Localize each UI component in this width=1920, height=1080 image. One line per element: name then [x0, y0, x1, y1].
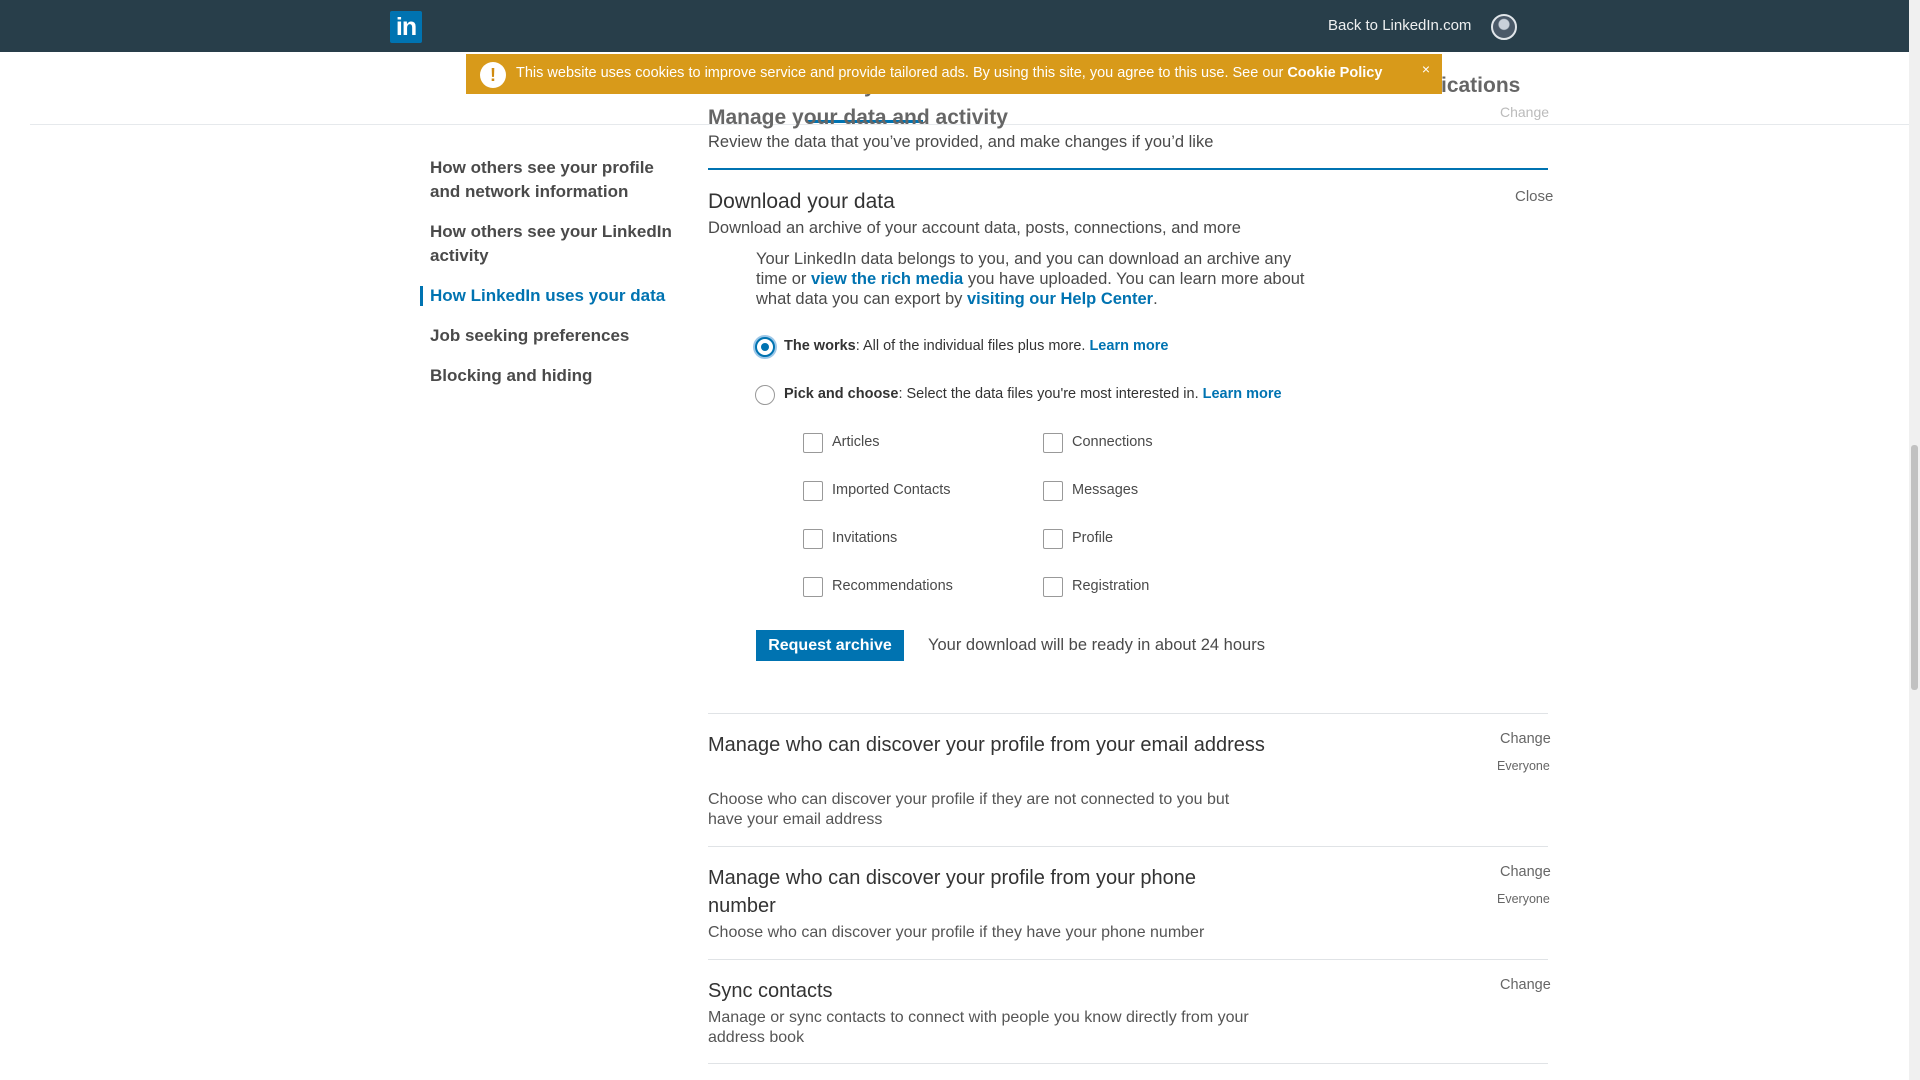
- download-description: Your LinkedIn data belongs to you, and y…: [756, 250, 1305, 308]
- scrollbar-thumb[interactable]: [1911, 445, 1918, 690]
- articles-label: Articles: [832, 434, 880, 450]
- imported-contacts-label: Imported Contacts: [832, 482, 951, 498]
- invitations-label: Invitations: [832, 530, 898, 546]
- profile-checkbox[interactable]: [1043, 529, 1063, 549]
- profile-label: Profile: [1072, 530, 1114, 546]
- messages-label: Messages: [1072, 482, 1139, 498]
- sidebar-item-data-usage[interactable]: How LinkedIn uses your data: [420, 284, 680, 308]
- pick-and-choose-option: Pick and choose: Select the data files y…: [784, 386, 1282, 402]
- top-nav-bar: in Back to LinkedIn.com: [0, 0, 1909, 52]
- sync-contacts-description: Manage or sync contacts to connect with …: [708, 1009, 1249, 1046]
- close-icon[interactable]: ×: [1422, 61, 1430, 77]
- section-subtitle: Review the data that you’ve provided, an…: [708, 133, 1214, 151]
- sync-contacts-title: Sync contacts: [708, 980, 833, 1002]
- invitations-checkbox[interactable]: [803, 529, 823, 549]
- rich-media-link[interactable]: view the rich media: [811, 270, 963, 288]
- recommendations-label: Recommendations: [832, 578, 953, 594]
- row-divider: [708, 959, 1548, 960]
- phone-discovery-title: Manage who can discover your profile fro…: [708, 867, 1197, 917]
- email-discovery-value: Everyone: [1497, 759, 1550, 773]
- pick-and-choose-learn-more-link[interactable]: Learn more: [1203, 386, 1282, 402]
- sidebar-item-linkedin-activity[interactable]: How others see your LinkedIn activity: [420, 220, 680, 268]
- row-divider: [708, 846, 1548, 847]
- download-ready-note: Your download will be ready in about 24 …: [928, 636, 1265, 654]
- email-discovery-change-link[interactable]: Change: [1500, 731, 1551, 747]
- email-discovery-title: Manage who can discover your profile fro…: [708, 734, 1265, 756]
- row-divider: [708, 1063, 1548, 1064]
- expanded-section-rule: [708, 168, 1548, 170]
- section-title: Manage your data and activity: [708, 106, 1008, 129]
- download-close-link[interactable]: Close: [1515, 188, 1553, 205]
- connections-label: Connections: [1072, 434, 1153, 450]
- help-center-link[interactable]: visiting our Help Center: [967, 290, 1153, 308]
- avatar[interactable]: [1491, 14, 1517, 40]
- phone-discovery-change-link[interactable]: Change: [1500, 864, 1551, 880]
- alert-icon: !: [480, 62, 506, 88]
- pick-and-choose-radio[interactable]: [755, 385, 775, 405]
- articles-checkbox[interactable]: [803, 433, 823, 453]
- sidebar-item-profile-network[interactable]: How others see your profile and network …: [420, 156, 680, 204]
- imported-contacts-checkbox[interactable]: [803, 481, 823, 501]
- recommendations-checkbox[interactable]: [803, 577, 823, 597]
- connections-checkbox[interactable]: [1043, 433, 1063, 453]
- section-change-link[interactable]: Change: [1500, 104, 1549, 120]
- phone-discovery-value: Everyone: [1497, 892, 1550, 906]
- the-works-option: The works: All of the individual files p…: [784, 338, 1169, 354]
- cookie-banner-text: This website uses cookies to improve ser…: [516, 65, 1383, 81]
- messages-checkbox[interactable]: [1043, 481, 1063, 501]
- sync-contacts-change-link[interactable]: Change: [1500, 977, 1551, 993]
- the-works-radio[interactable]: [755, 337, 775, 357]
- row-divider: [708, 713, 1548, 714]
- download-data-subtitle: Download an archive of your account data…: [708, 219, 1241, 237]
- privacy-sidebar: How others see your profile and network …: [420, 156, 680, 404]
- sidebar-item-job-seeking[interactable]: Job seeking preferences: [420, 324, 680, 348]
- the-works-learn-more-link[interactable]: Learn more: [1089, 338, 1168, 354]
- cookie-banner: ! This website uses cookies to improve s…: [466, 54, 1442, 94]
- email-discovery-description: Choose who can discover your profile if …: [708, 791, 1230, 828]
- request-archive-button[interactable]: Request archive: [756, 630, 904, 661]
- cookie-policy-link[interactable]: Cookie Policy: [1287, 65, 1382, 81]
- sidebar-item-blocking[interactable]: Blocking and hiding: [420, 364, 680, 388]
- back-to-linkedin-link[interactable]: Back to LinkedIn.com: [1328, 17, 1471, 34]
- linkedin-logo-icon[interactable]: in: [390, 11, 422, 43]
- download-data-title: Download your data: [708, 190, 895, 213]
- registration-checkbox[interactable]: [1043, 577, 1063, 597]
- registration-label: Registration: [1072, 578, 1150, 594]
- phone-discovery-description: Choose who can discover your profile if …: [708, 924, 1205, 941]
